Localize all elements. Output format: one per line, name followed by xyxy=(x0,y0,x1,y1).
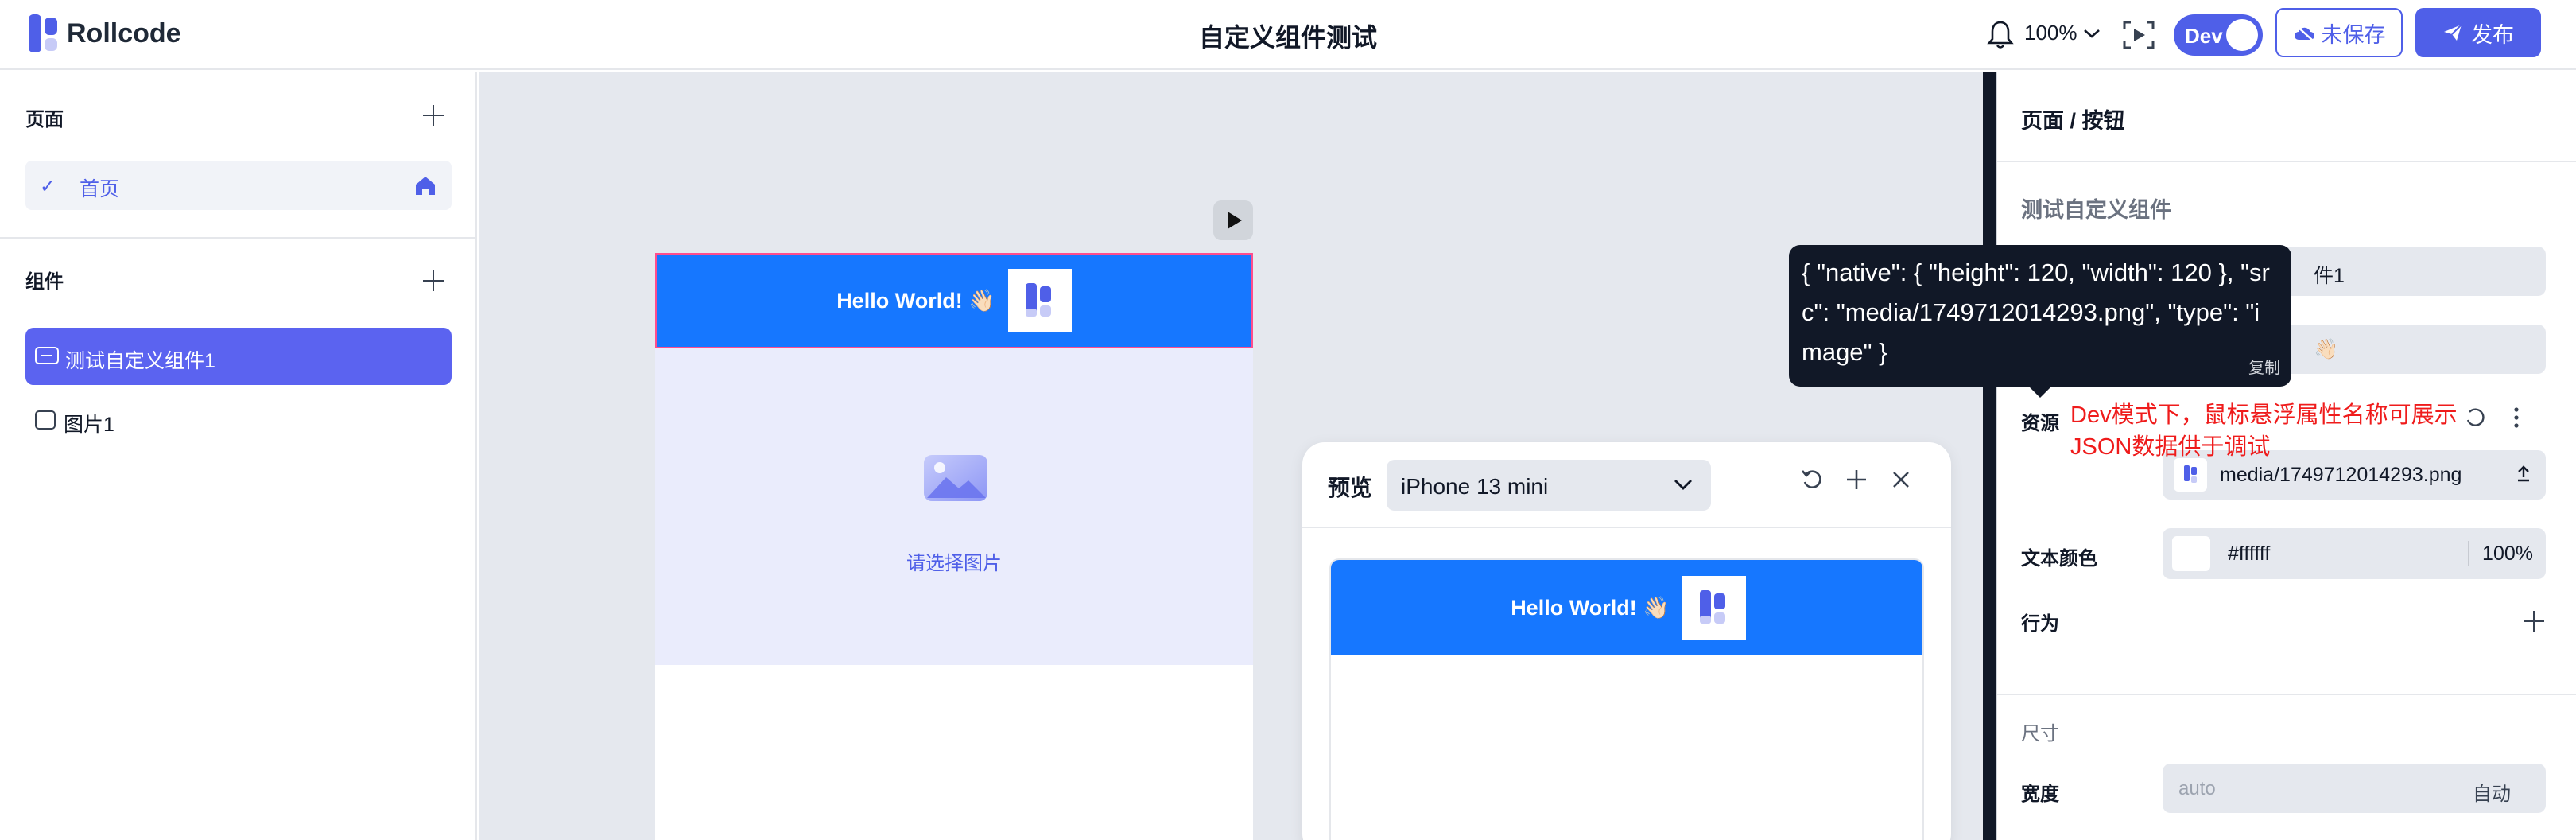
toggle-knob xyxy=(2226,19,2258,51)
tooltip-copy-button[interactable]: 复制 xyxy=(2248,360,2280,377)
width-label[interactable]: 宽度 xyxy=(2021,778,2059,806)
tooltip-arrow xyxy=(2029,387,2051,398)
publish-button[interactable]: 发布 xyxy=(2415,8,2541,57)
custom-component-banner[interactable]: Hello World! 👋🏻 xyxy=(655,253,1253,348)
unsaved-label: 未保存 xyxy=(2321,22,2386,47)
component-item-custom[interactable]: 测试自定义组件1 xyxy=(25,328,452,385)
banner-logo-icon xyxy=(1007,269,1072,332)
image-placeholder-icon xyxy=(922,453,989,503)
text-color-label[interactable]: 文本颜色 xyxy=(2021,542,2097,570)
close-icon[interactable] xyxy=(1889,468,1913,492)
breadcrumb: 页面 / 按钮 xyxy=(2021,109,2125,133)
width-input[interactable]: auto 自动 xyxy=(2163,764,2546,813)
upload-icon[interactable] xyxy=(2514,465,2533,484)
image-placeholder[interactable]: 请选择图片 xyxy=(655,348,1253,665)
publish-label: 发布 xyxy=(2471,22,2514,47)
add-component-plus-icon[interactable] xyxy=(421,269,445,293)
preview-banner-text: Hello World! 👋🏻 xyxy=(1511,596,1670,620)
send-icon xyxy=(2442,23,2463,42)
asset-label[interactable]: 资源 xyxy=(2021,407,2059,435)
asset-value: media/1749712014293.png xyxy=(2220,464,2462,486)
home-icon xyxy=(413,173,437,197)
behavior-label[interactable]: 行为 xyxy=(2021,608,2059,636)
phone-canvas: Hello World! 👋🏻 请选择图片 xyxy=(655,253,1253,840)
sidebar-divider xyxy=(0,237,477,239)
image-component-icon xyxy=(35,410,56,430)
width-auto-label[interactable]: 自动 xyxy=(2473,778,2511,806)
image-placeholder-text: 请选择图片 xyxy=(906,553,1002,574)
color-opacity: 100% xyxy=(2482,542,2533,565)
color-hex: #ffffff xyxy=(2228,542,2271,565)
page-item-home[interactable]: ✓ 首页 xyxy=(25,161,452,210)
zoom-select[interactable]: 100% xyxy=(2024,21,2101,45)
preview-phone: Hello World! 👋🏻 xyxy=(1329,558,1924,840)
json-tooltip: { "native": { "height": 120, "width": 12… xyxy=(1789,245,2291,387)
add-behavior-plus-icon[interactable] xyxy=(2522,609,2546,633)
refresh-icon[interactable] xyxy=(1800,468,1824,492)
color-separator xyxy=(2468,541,2469,566)
panel-edge xyxy=(1983,72,1996,840)
left-sidebar: 页面 ✓ 首页 组件 测试自定义组件1 图片1 xyxy=(0,72,477,840)
dev-mode-toggle[interactable]: Dev xyxy=(2174,14,2263,56)
button-component-icon xyxy=(35,347,59,364)
app-name: Rollcode xyxy=(67,18,181,49)
width-placeholder: auto xyxy=(2178,778,2216,799)
dev-toggle-label: Dev xyxy=(2185,24,2223,48)
preview-divider xyxy=(1302,527,1951,528)
more-vertical-icon[interactable] xyxy=(2512,406,2520,430)
bell-icon[interactable] xyxy=(1986,19,2015,51)
text-field-1-value: 件1 xyxy=(2314,265,2345,287)
cloud-icon xyxy=(2293,24,2315,41)
component-item-label: 图片1 xyxy=(64,414,114,436)
text-color-field[interactable]: #ffffff 100% xyxy=(2163,528,2546,579)
component-item-label: 测试自定义组件1 xyxy=(65,350,215,372)
dev-mode-annotation: Dev模式下，鼠标悬浮属性名称可展示JSON数据供于调试 xyxy=(2070,402,2458,460)
banner-logo-icon xyxy=(1682,576,1746,640)
app-logo[interactable]: Rollcode xyxy=(29,14,181,52)
top-header: Rollcode 自定义组件测试 100% Dev 未保存 发布 xyxy=(0,0,2576,70)
device-select-value: iPhone 13 mini xyxy=(1401,474,1549,499)
page-item-label: 首页 xyxy=(80,178,120,200)
color-swatch[interactable] xyxy=(2172,536,2210,571)
text-field-2-value: 👋🏻 xyxy=(2314,338,2339,360)
banner-text: Hello World! 👋🏻 xyxy=(836,289,995,313)
component-name-title: 测试自定义组件 xyxy=(2021,198,2171,222)
chevron-down-icon xyxy=(1673,474,1693,495)
page-title: 自定义组件测试 xyxy=(1198,23,1377,52)
zoom-level: 100% xyxy=(2024,21,2077,45)
screenshot-icon[interactable] xyxy=(2121,18,2156,52)
move-icon[interactable] xyxy=(1845,468,1868,492)
asset-thumbnail xyxy=(2174,458,2207,492)
device-select[interactable]: iPhone 13 mini xyxy=(1387,460,1711,511)
chevron-down-icon xyxy=(2082,27,2101,40)
panel-divider xyxy=(1997,694,2576,695)
preview-panel: 预览 iPhone 13 mini Hello World! 👋🏻 xyxy=(1302,442,1951,840)
editor-canvas[interactable]: Hello World! 👋🏻 请选择图片 预览 iPhone 13 mini xyxy=(479,72,1994,840)
play-icon[interactable] xyxy=(1213,200,1253,240)
rollcode-logo-icon xyxy=(29,14,57,52)
unsaved-button[interactable]: 未保存 xyxy=(2275,8,2403,57)
add-page-plus-icon[interactable] xyxy=(421,103,445,127)
tooltip-json: { "native": { "height": 120, "width": 12… xyxy=(1802,259,2270,366)
size-section-title: 尺寸 xyxy=(2021,723,2059,745)
pages-section-title: 页面 xyxy=(25,109,64,130)
panel-divider xyxy=(1997,161,2576,162)
components-section-title: 组件 xyxy=(25,271,64,293)
preview-title: 预览 xyxy=(1328,476,1373,500)
check-icon: ✓ xyxy=(40,176,56,197)
preview-banner: Hello World! 👋🏻 xyxy=(1331,560,1922,655)
